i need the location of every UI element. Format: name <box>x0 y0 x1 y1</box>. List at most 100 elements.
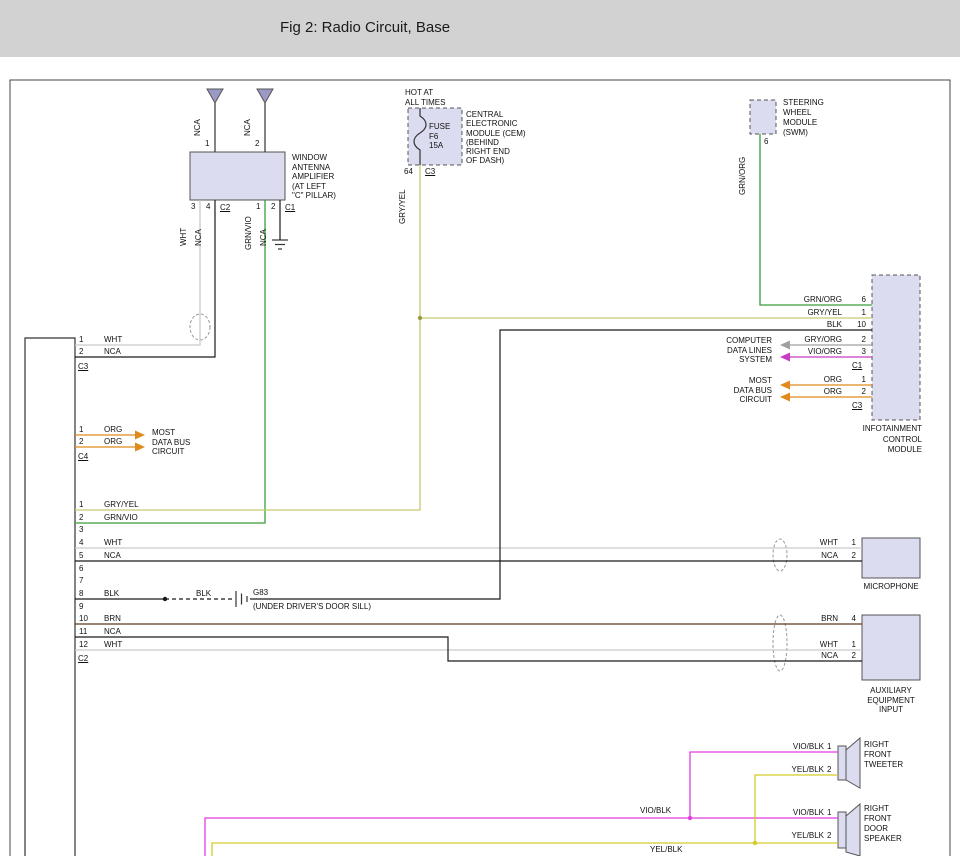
aux-pin: 4 <box>844 614 856 624</box>
radio-wire-label: GRY/YEL <box>104 500 139 510</box>
amp-wire1-label: GRN/VIO <box>244 216 254 250</box>
aux-box <box>862 615 920 680</box>
antenna2-wire-label: NCA <box>243 119 253 136</box>
radio-wire-label: NCA <box>104 627 121 637</box>
mic-pin: 1 <box>844 538 856 548</box>
radio-wire-label: ORG <box>104 425 122 435</box>
radio-pin: 12 <box>79 640 88 650</box>
icm-conn-c1: C1 <box>852 361 862 371</box>
door-speaker-cone-icon <box>846 804 860 856</box>
amp-pin3: 3 <box>191 202 195 212</box>
microphone-label: MICROPHONE <box>854 582 928 592</box>
antenna-symbols <box>207 89 273 152</box>
radio-wire-label: GRN/VIO <box>104 513 138 523</box>
most-data-bus-label-right: MOST DATA BUS CIRCUIT <box>698 376 772 405</box>
icm-wire-label: BLK <box>796 320 842 330</box>
mic-wire-label: NCA <box>798 551 838 561</box>
radio-pin: 1 <box>79 425 83 435</box>
org-arrows <box>135 381 790 452</box>
aux-pin: 2 <box>844 651 856 661</box>
tweeter-pin: 1 <box>827 742 831 752</box>
tweeter-label: RIGHT FRONT TWEETER <box>864 740 903 770</box>
icm-pin: 3 <box>848 347 866 357</box>
door-branch-vio-label: VIO/BLK <box>640 806 671 816</box>
radio-pin: 4 <box>79 538 83 548</box>
g83-ground-icon <box>236 591 247 607</box>
antenna1-wire-label: NCA <box>193 119 203 136</box>
ground-location: (UNDER DRIVER'S DOOR SILL) <box>253 602 371 612</box>
swm-label: STEERING WHEEL MODULE (SWM) <box>783 98 824 138</box>
cem-wire-label: GRY/YEL <box>398 189 408 224</box>
icm-wire-label: VIO/ORG <box>796 347 842 357</box>
aux-label: AUXILIARY EQUIPMENT INPUT <box>860 686 922 715</box>
door-wire-label: VIO/BLK <box>780 808 824 818</box>
vio-blk-wires <box>205 752 838 856</box>
amp-pin2: 2 <box>271 202 275 212</box>
icm-pin: 2 <box>848 387 866 397</box>
radio-pin: 3 <box>79 525 83 535</box>
radio-wire-label: NCA <box>104 347 121 357</box>
tweeter-pin: 2 <box>827 765 831 775</box>
fuse-label: FUSE F6 15A <box>429 122 450 151</box>
tweeter-wire-label: YEL/BLK <box>780 765 824 775</box>
aux-wire-label: NCA <box>798 651 838 661</box>
diagram-page: Fig 2: Radio Circuit, Base <box>0 0 960 856</box>
yel-blk-wires <box>212 775 838 856</box>
aux-wire-label: WHT <box>798 640 838 650</box>
vio-org-arrow <box>780 353 790 362</box>
radio-pin: 1 <box>79 335 83 345</box>
radio-wire-label: WHT <box>104 640 122 650</box>
radio-pin: 9 <box>79 602 83 612</box>
most-data-bus-label-left: MOST DATA BUS CIRCUIT <box>152 428 190 457</box>
radio-pin: 2 <box>79 513 83 523</box>
amp-conn-c2: C2 <box>220 203 230 213</box>
radio-module-outline <box>25 338 75 856</box>
computer-data-lines-label: COMPUTER DATA LINES SYSTEM <box>698 336 772 365</box>
cem-conn: C3 <box>425 167 435 177</box>
ground-symbols <box>236 240 288 607</box>
cem-label: CENTRAL ELECTRONIC MODULE (CEM) (BEHIND … <box>466 110 526 166</box>
icm-pin: 6 <box>848 295 866 305</box>
aux-wire-label: BRN <box>798 614 838 624</box>
amp-pin4: 4 <box>206 202 210 212</box>
icm-box <box>872 275 920 420</box>
amplifier-box <box>190 152 285 200</box>
radio-conn-c2: C2 <box>78 654 88 664</box>
antenna2-pin: 2 <box>255 139 259 149</box>
radio-pin: 11 <box>79 627 87 637</box>
icm-wire-label: GRN/ORG <box>796 295 842 305</box>
radio-pin: 5 <box>79 551 83 561</box>
radio-pin: 10 <box>79 614 88 624</box>
ground-name: G83 <box>253 588 268 598</box>
junction-dots <box>163 316 757 845</box>
swm-wire-label: GRN/ORG <box>738 157 748 195</box>
door-pin: 1 <box>827 808 831 818</box>
amp-conn-c1: C1 <box>285 203 295 213</box>
icm-pin: 2 <box>848 335 866 345</box>
radio-wire-label: NCA <box>104 551 121 561</box>
radio-pin: 2 <box>79 347 83 357</box>
tweeter-speaker-icon <box>838 746 846 780</box>
radio-conn-c4: C4 <box>78 452 88 462</box>
icm-label: INFOTAINMENT CONTROL MODULE <box>834 424 922 456</box>
amp-wire2-label: NCA <box>259 229 269 246</box>
ground-wire-label: BLK <box>196 589 211 599</box>
inline-connector-icons <box>190 314 787 671</box>
door-wire-label: YEL/BLK <box>780 831 824 841</box>
cem-pin: 64 <box>404 167 413 177</box>
tweeter-speaker-cone-icon <box>846 738 860 788</box>
diagram-frame <box>10 80 950 856</box>
radio-wire-label: ORG <box>104 437 122 447</box>
icm-wire-label: ORG <box>796 387 842 397</box>
aux-pin: 1 <box>844 640 856 650</box>
amp-wire3-label: WHT <box>179 228 189 246</box>
radio-wire-label: BRN <box>104 614 121 624</box>
antenna-icon <box>257 89 273 103</box>
amp-pin1: 1 <box>256 202 260 212</box>
radio-pin: 8 <box>79 589 83 599</box>
mic-wire-label: WHT <box>798 538 838 548</box>
antenna1-pin: 1 <box>205 139 209 149</box>
radio-wire-label: WHT <box>104 538 122 548</box>
door-branch-yel-label: YEL/BLK <box>650 845 682 855</box>
icm-wire-label: GRY/YEL <box>796 308 842 318</box>
